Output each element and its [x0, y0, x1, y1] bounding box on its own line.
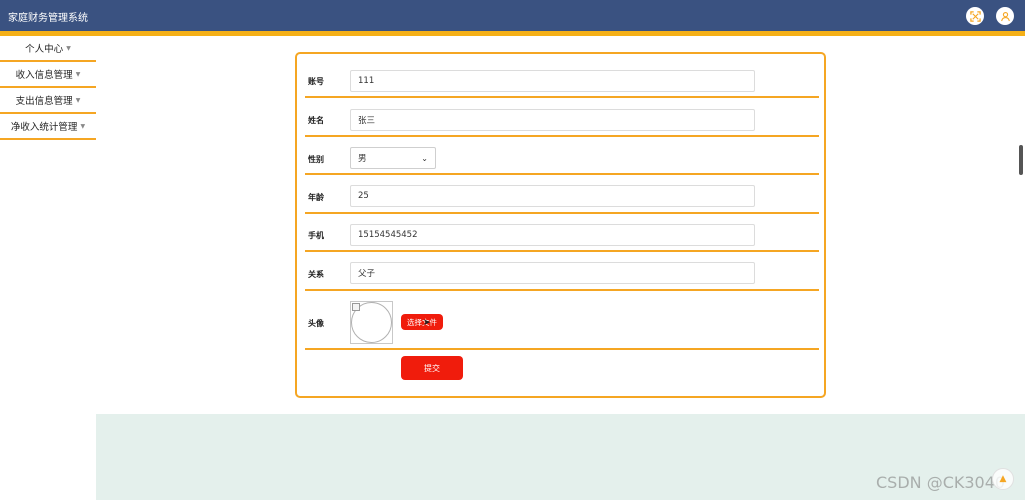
- sidebar-item-label: 净收入统计管理: [10, 122, 78, 133]
- user-icon[interactable]: [996, 7, 1014, 25]
- phone-label: 手机: [308, 231, 324, 240]
- avatar-preview: [350, 301, 393, 344]
- name-label: 姓名: [308, 116, 324, 125]
- account-input[interactable]: [350, 70, 755, 92]
- caret-down-icon: ▼: [80, 122, 86, 130]
- gender-label: 性别: [308, 155, 324, 164]
- fullscreen-icon[interactable]: [966, 7, 984, 25]
- form-row-relation: 关系: [305, 252, 819, 291]
- form-row-phone: 手机: [305, 214, 819, 252]
- sidebar-item-label: 个人中心: [25, 44, 64, 55]
- account-label: 账号: [308, 77, 324, 86]
- sidebar-item-label: 支出信息管理: [15, 96, 73, 107]
- form-row-age: 年龄: [305, 175, 819, 214]
- form-row-avatar: 头像 选择文件 ➤: [305, 291, 819, 350]
- name-input[interactable]: [350, 109, 755, 131]
- form-row-name: 姓名: [305, 98, 819, 137]
- scrollbar-thumb[interactable]: [1019, 145, 1023, 175]
- personal-info-form: 账号 姓名 性别 男 ⌄ 年龄 手机 关系 头像 选择文件 ➤ 提交: [295, 52, 826, 398]
- sidebar-item-label: 收入信息管理: [15, 70, 73, 81]
- header-accent-strip: [0, 31, 1025, 36]
- watermark-text: CSDN @CK3040: [876, 473, 1006, 492]
- relation-input[interactable]: [350, 262, 755, 284]
- app-title: 家庭财务管理系统: [8, 13, 88, 24]
- top-navbar: 家庭财务管理系统: [0, 0, 1025, 31]
- age-label: 年龄: [308, 193, 324, 202]
- caret-down-icon: ▼: [75, 70, 81, 78]
- choose-file-button[interactable]: 选择文件: [401, 314, 443, 330]
- sidebar-item-net-income[interactable]: 净收入统计管理 ▼: [0, 114, 96, 140]
- sidebar-menu: 个人中心 ▼ 收入信息管理 ▼ 支出信息管理 ▼ 净收入统计管理 ▼: [0, 36, 96, 140]
- caret-down-icon: ▼: [66, 44, 71, 52]
- chevron-down-icon: ⌄: [421, 153, 428, 163]
- gender-value: 男: [358, 154, 367, 164]
- gender-select[interactable]: 男 ⌄: [350, 147, 436, 169]
- avatar-label: 头像: [308, 319, 324, 328]
- relation-label: 关系: [308, 270, 324, 279]
- phone-input[interactable]: [350, 224, 755, 246]
- fullscreen-glyph: [969, 10, 981, 22]
- form-row-gender: 性别 男 ⌄: [305, 137, 819, 175]
- sidebar-item-expense[interactable]: 支出信息管理 ▼: [0, 88, 96, 114]
- sidebar-item-income[interactable]: 收入信息管理 ▼: [0, 62, 96, 88]
- user-glyph: [1000, 11, 1010, 21]
- submit-button[interactable]: 提交: [401, 356, 463, 380]
- caret-down-icon: ▼: [75, 96, 81, 104]
- age-input[interactable]: [350, 185, 755, 207]
- back-to-top-icon[interactable]: ▲: [992, 468, 1014, 490]
- sidebar-item-personal-center[interactable]: 个人中心 ▼: [0, 36, 96, 62]
- form-row-account: 账号: [305, 54, 819, 98]
- broken-image-icon: [352, 303, 360, 311]
- mouse-cursor-icon: ➤: [423, 318, 431, 328]
